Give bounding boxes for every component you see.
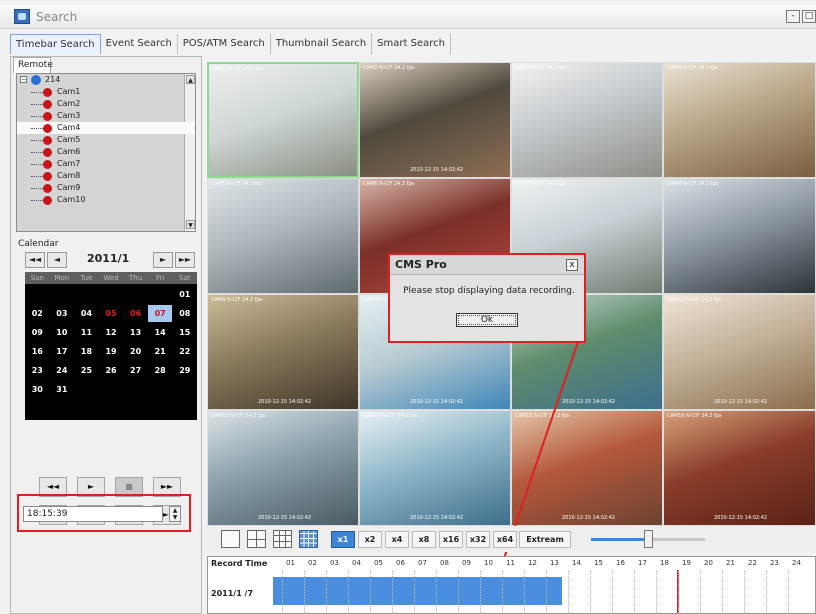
timeline-hour-label: 09 bbox=[462, 559, 471, 567]
recorded-segment[interactable] bbox=[273, 577, 562, 605]
timeline-gridline bbox=[480, 571, 481, 613]
timeline-hour-label: 03 bbox=[330, 559, 339, 567]
timeline-hour-label: 08 bbox=[440, 559, 449, 567]
dialog-close-icon[interactable]: x bbox=[566, 259, 578, 271]
timeline-gridline bbox=[436, 571, 437, 613]
layout-2x2-icon[interactable] bbox=[247, 530, 266, 548]
speed-button-x2[interactable]: x2 bbox=[358, 531, 382, 548]
timeline-gridline bbox=[722, 571, 723, 613]
timeline-hour-label: 06 bbox=[396, 559, 405, 567]
timeline-gridline bbox=[458, 571, 459, 613]
timeline-gridline bbox=[656, 571, 657, 613]
timeline-gridline bbox=[590, 571, 591, 613]
speed-button-x64[interactable]: x64 bbox=[493, 531, 517, 548]
timeline-gridline bbox=[678, 571, 679, 613]
timeline-gridline bbox=[546, 571, 547, 613]
dialog-title: CMS Pro bbox=[390, 255, 584, 275]
speed-slider-track bbox=[645, 538, 705, 541]
timeline-gridline bbox=[502, 571, 503, 613]
timeline-gridline bbox=[326, 571, 327, 613]
timeline-gridline bbox=[634, 571, 635, 613]
timeline-hour-label: 17 bbox=[638, 559, 647, 567]
timeline-hour-label: 13 bbox=[550, 559, 559, 567]
speed-button-x4[interactable]: x4 bbox=[385, 531, 409, 548]
timeline-hour-label: 21 bbox=[726, 559, 735, 567]
timeline-gridline bbox=[568, 571, 569, 613]
layout-1x1-icon[interactable] bbox=[221, 530, 240, 548]
cms-pro-dialog: CMS Pro x Please stop displaying data re… bbox=[388, 253, 586, 343]
timeline-gridline bbox=[766, 571, 767, 613]
timeline-hour-label: 02 bbox=[308, 559, 317, 567]
timeline-hour-label: 10 bbox=[484, 559, 493, 567]
timeline-hour-label: 24 bbox=[792, 559, 801, 567]
dialog-ok-button[interactable]: Ok bbox=[456, 313, 518, 327]
timeline-hour-label: 22 bbox=[748, 559, 757, 567]
speed-button-x32[interactable]: x32 bbox=[466, 531, 490, 548]
search-window: Search - □ Timebar Search Event Search P… bbox=[0, 0, 816, 614]
timeline-gridline bbox=[524, 571, 525, 613]
timeline-hour-label: 07 bbox=[418, 559, 427, 567]
speed-slider-thumb[interactable] bbox=[644, 530, 653, 548]
timeline-hour-label: 12 bbox=[528, 559, 537, 567]
timeline-gridline bbox=[788, 571, 789, 613]
timeline-hour-label: 04 bbox=[352, 559, 361, 567]
timeline-hour-label: 19 bbox=[682, 559, 691, 567]
speed-button-x1[interactable]: x1 bbox=[331, 531, 355, 548]
speed-button-x8[interactable]: x8 bbox=[412, 531, 436, 548]
timeline-hour-label: 18 bbox=[660, 559, 669, 567]
timeline-gridline bbox=[392, 571, 393, 613]
timeline-hour-label: 05 bbox=[374, 559, 383, 567]
timeline-gridline bbox=[612, 571, 613, 613]
record-timeline[interactable]: Record Time 2011/1 /7 01 02 03 04 05 06 07 08 09… bbox=[207, 556, 816, 614]
timeline-hour-label: 23 bbox=[770, 559, 779, 567]
speed-button-x16[interactable]: x16 bbox=[439, 531, 463, 548]
layout-4x4-icon[interactable] bbox=[299, 530, 318, 548]
speed-button-extream[interactable]: Extream bbox=[519, 531, 571, 548]
timeline-gridline bbox=[700, 571, 701, 613]
timeline-gridline bbox=[414, 571, 415, 613]
timeline-hour-label: 16 bbox=[616, 559, 625, 567]
timeline-gridline bbox=[348, 571, 349, 613]
playback-toolbar: x1 x2 x4 x8 x16 x32 x64 Extream bbox=[207, 526, 816, 552]
timeline-gridline bbox=[282, 571, 283, 613]
timeline-date: 2011/1 /7 bbox=[211, 589, 254, 598]
record-time-label: Record Time bbox=[211, 559, 268, 568]
timeline-hour-label: 20 bbox=[704, 559, 713, 567]
timeline-hour-label: 14 bbox=[572, 559, 581, 567]
timeline-gridline bbox=[304, 571, 305, 613]
timeline-gridline bbox=[744, 571, 745, 613]
layout-3x3-icon[interactable] bbox=[273, 530, 292, 548]
timeline-hour-label: 11 bbox=[506, 559, 515, 567]
timeline-hour-label: 15 bbox=[594, 559, 603, 567]
dialog-message: Please stop displaying data recording. bbox=[403, 286, 575, 296]
timeline-gridline bbox=[370, 571, 371, 613]
timeline-hour-label: 01 bbox=[286, 559, 295, 567]
